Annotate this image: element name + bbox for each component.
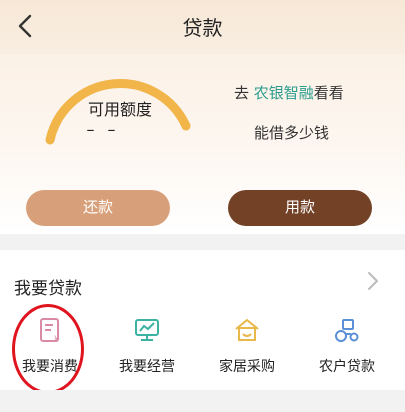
use-funds-button[interactable]: 用款 <box>228 190 372 226</box>
quota-label: 可用额度 <box>87 100 152 119</box>
farm-tractor-icon <box>335 319 359 342</box>
repay-button[interactable]: 还款 <box>26 190 170 226</box>
section-title: 我要贷款 <box>14 279 82 299</box>
header-bar: 贷款 <box>0 0 405 54</box>
promo-suffix: 看看 <box>313 84 344 102</box>
loan-item-business[interactable]: 我要经营 <box>97 316 197 380</box>
page-title: 贷款 <box>182 16 223 40</box>
loan-item-label: 我要经营 <box>119 359 175 375</box>
loan-item-label: 农户贷款 <box>319 359 375 375</box>
promo-prefix: 去 <box>234 84 254 102</box>
highlight-circle-annotation <box>12 304 84 394</box>
promo-brand-link[interactable]: 农银智融 <box>254 84 314 102</box>
page-bottom <box>0 390 405 412</box>
business-chart-icon <box>135 319 159 341</box>
home-purchase-icon <box>235 319 259 341</box>
loan-item-label: 家居采购 <box>219 359 275 375</box>
quota-value: – – <box>86 120 120 139</box>
loan-item-home-purchase[interactable]: 家居采购 <box>197 316 297 380</box>
promo-line-1[interactable]: 去 农银智融看看 <box>234 82 344 103</box>
promo-line-2: 能借多少钱 <box>254 124 330 142</box>
chevron-right-icon[interactable] <box>366 270 380 292</box>
loan-item-farmer[interactable]: 农户贷款 <box>297 316 397 380</box>
